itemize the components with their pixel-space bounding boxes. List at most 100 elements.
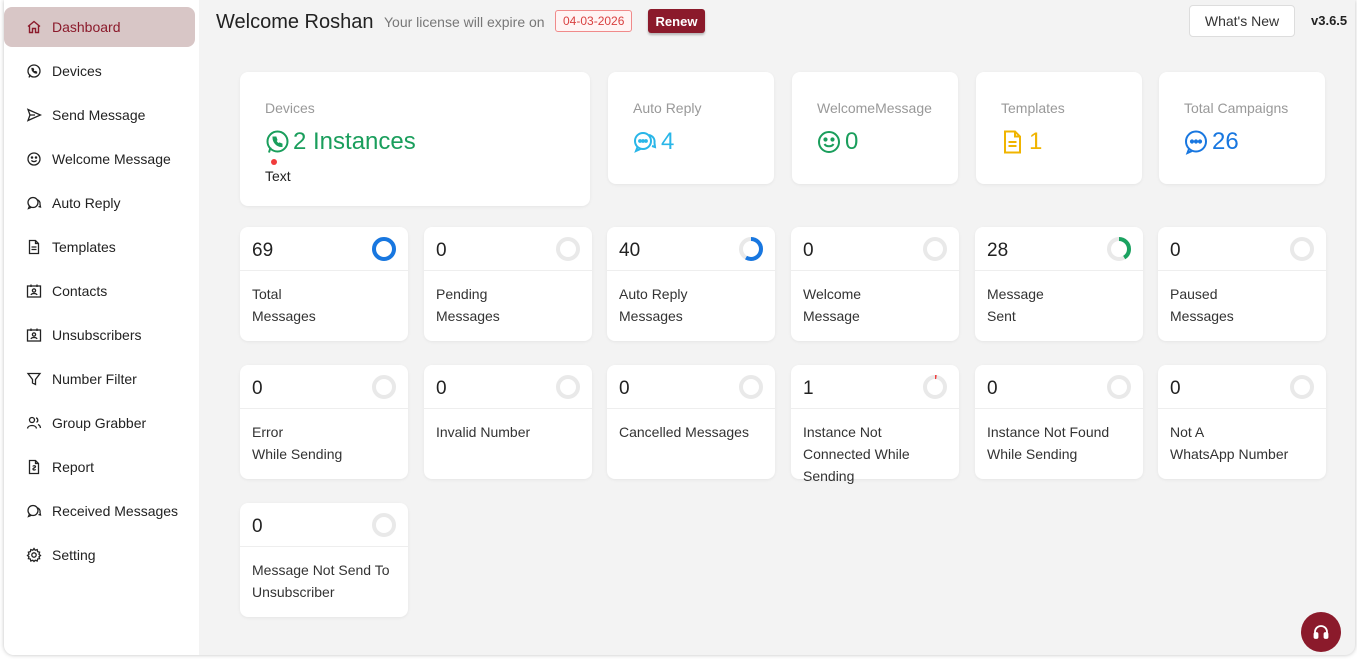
summary-value: 26: [1183, 128, 1239, 156]
smile-icon: [27, 152, 41, 166]
sidebar-item-send-message[interactable]: Send Message: [4, 95, 195, 135]
sidebar-item-contacts[interactable]: Contacts: [4, 271, 195, 311]
sidebar-item-devices[interactable]: Devices: [4, 51, 195, 91]
welcome-message-count: 0: [845, 128, 859, 155]
progress-ring-icon: [739, 237, 763, 261]
campaigns-summary-card[interactable]: Total Campaigns 26: [1159, 72, 1325, 184]
stat-label-line: Messages: [436, 308, 500, 324]
sidebar-item-dashboard[interactable]: Dashboard: [4, 7, 195, 47]
sidebar-item-unsubscribers[interactable]: Unsubscribers: [4, 315, 195, 355]
stat-label-line: Messages: [1170, 308, 1234, 324]
progress-ring-icon: [556, 237, 580, 261]
templates-summary-card[interactable]: Templates 1: [976, 72, 1142, 184]
stat-label-line: Connected While: [803, 446, 910, 462]
stat-card[interactable]: 0 Paused Messages: [1158, 227, 1326, 341]
stat-label-line: Sent: [987, 308, 1016, 324]
progress-ring-track: [1107, 375, 1131, 399]
headset-icon: [1313, 625, 1329, 639]
stat-value: 0: [252, 516, 263, 537]
sidebar-item-received-messages[interactable]: Received Messages: [4, 491, 195, 531]
progress-ring-icon: [1290, 237, 1314, 261]
sidebar-item-templates[interactable]: Templates: [4, 227, 195, 267]
summary-value: 4: [632, 128, 674, 156]
stat-label-line: Message: [803, 308, 860, 324]
divider: [791, 408, 959, 409]
sidebar: Dashboard Devices Send Message Welcome M…: [4, 0, 199, 655]
progress-ring-icon: [1107, 375, 1131, 399]
devices-summary-card[interactable]: Devices 2 Instances Text: [240, 72, 590, 206]
stat-label-line: Pending: [436, 286, 488, 302]
divider: [424, 408, 592, 409]
progress-ring-track: [923, 237, 947, 261]
stat-label-line: Unsubscriber: [252, 584, 335, 600]
sidebar-item-setting[interactable]: Setting: [4, 535, 195, 575]
stat-card[interactable]: 0 Pending Messages: [424, 227, 592, 341]
gear-icon: [26, 547, 42, 563]
stat-value: 69: [252, 240, 274, 261]
stat-label: Message Sent: [987, 283, 1137, 327]
divider: [791, 270, 959, 271]
stat-value: 40: [619, 240, 641, 261]
contact-card-icon: [26, 284, 42, 298]
summary-subtext: Text: [265, 168, 291, 184]
divider: [1158, 270, 1326, 271]
file-icon: [28, 239, 40, 255]
sidebar-item-label: Auto Reply: [52, 195, 121, 211]
sidebar-item-auto-reply[interactable]: Auto Reply: [4, 183, 195, 223]
auto-reply-count: 4: [661, 128, 675, 155]
sidebar-item-label: Devices: [52, 63, 102, 79]
summary-label: WelcomeMessage: [817, 100, 932, 116]
stat-card[interactable]: 0 Cancelled Messages: [607, 365, 775, 479]
stat-value: 0: [252, 378, 263, 399]
stat-card[interactable]: 0 Error While Sending: [240, 365, 408, 479]
stat-label-line: Not A: [1170, 424, 1205, 440]
progress-ring-track: [923, 375, 947, 399]
help-button[interactable]: [1301, 612, 1341, 652]
stat-card[interactable]: 28 Message Sent: [975, 227, 1143, 341]
sidebar-item-group-grabber[interactable]: Group Grabber: [4, 403, 195, 443]
devices-instances-count: 2 Instances: [293, 128, 416, 155]
progress-ring-track: [372, 513, 396, 537]
progress-ring-icon: [1290, 375, 1314, 399]
sidebar-item-welcome-message[interactable]: Welcome Message: [4, 139, 195, 179]
stat-value: 0: [1170, 378, 1181, 399]
stat-label-line: While Sending: [252, 446, 343, 462]
renew-button[interactable]: Renew: [648, 9, 705, 33]
stat-value: 0: [1170, 240, 1181, 261]
stat-card[interactable]: 40 Auto Reply Messages: [607, 227, 775, 341]
stat-card[interactable]: 0 Welcome Message: [791, 227, 959, 341]
auto-reply-summary-card[interactable]: Auto Reply 4: [608, 72, 774, 184]
welcome-message-summary-card[interactable]: WelcomeMessage 0: [792, 72, 958, 184]
progress-ring-icon: [372, 375, 396, 399]
stat-label-line: Total: [252, 286, 282, 302]
progress-ring-icon: [372, 237, 396, 261]
stat-card[interactable]: 1 Instance Not Connected While Sending: [791, 365, 959, 484]
stat-label-line: Message: [987, 286, 1044, 302]
stat-label-line: Cancelled Messages: [619, 424, 749, 440]
progress-ring-icon: [923, 375, 947, 399]
divider: [1158, 408, 1326, 409]
stat-card[interactable]: 0 Invalid Number: [424, 365, 592, 479]
summary-label: Total Campaigns: [1184, 100, 1289, 116]
progress-ring-icon: [372, 513, 396, 537]
license-text: Your license will expire on: [384, 14, 545, 30]
progress-ring-track: [739, 375, 763, 399]
stat-card[interactable]: 0 Instance Not Found While Sending: [975, 365, 1143, 479]
stat-card[interactable]: 0 Not A WhatsApp Number: [1158, 365, 1326, 479]
stat-label-line: Instance Not: [803, 424, 882, 440]
welcome-title: Welcome Roshan: [216, 11, 374, 33]
divider: [607, 270, 775, 271]
expiry-date-badge: 04-03-2026: [555, 10, 633, 32]
sidebar-item-number-filter[interactable]: Number Filter: [4, 359, 195, 399]
smile-icon: [818, 131, 840, 153]
whats-new-button[interactable]: What's New: [1189, 5, 1295, 37]
stat-card[interactable]: 69 Total Messages: [240, 227, 408, 341]
stat-value: 0: [803, 240, 814, 261]
summary-label: Templates: [1001, 100, 1065, 116]
sidebar-item-report[interactable]: Report: [4, 447, 195, 487]
stat-card[interactable]: 0 Message Not Send To Unsubscriber: [240, 503, 408, 617]
stat-label: Auto Reply Messages: [619, 283, 769, 327]
app-frame: Dashboard Devices Send Message Welcome M…: [4, 0, 1355, 655]
stat-value: 0: [436, 240, 447, 261]
divider: [240, 270, 408, 271]
